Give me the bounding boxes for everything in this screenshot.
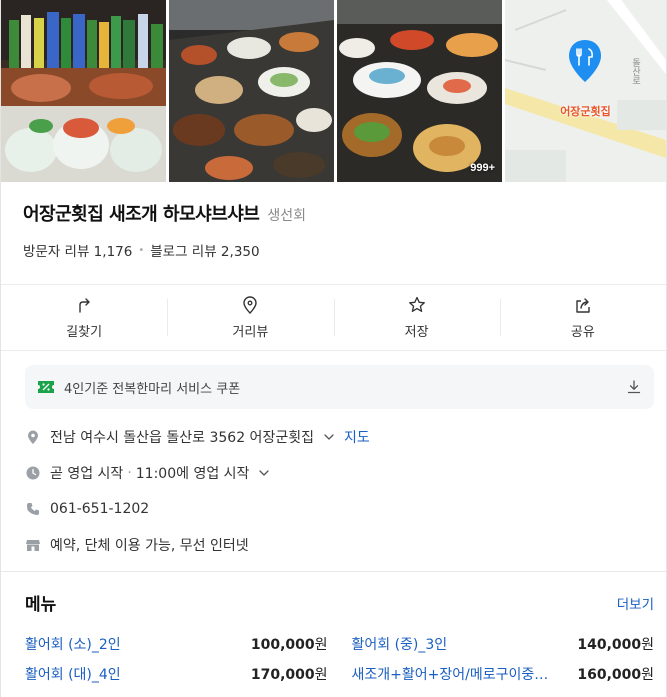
action-bar: 길찾기 거리뷰 저장 공유	[1, 284, 666, 351]
coupon-icon	[38, 381, 54, 393]
share-label: 공유	[570, 325, 595, 340]
street-view-button[interactable]: 거리뷰	[167, 285, 333, 350]
photo-thumbnail-fish-platters[interactable]: 999+	[337, 0, 502, 182]
menu-item[interactable]: 새조개+활어+장어/메로구이중 ... 160,000원	[352, 659, 655, 689]
menu-item-price: 140,000원	[577, 637, 654, 653]
photo-count-badge: 999+	[470, 162, 495, 174]
coupon-text: 4인기준 전복한마리 서비스 쿠폰	[64, 381, 241, 397]
phone-row: 061-651-1202	[25, 491, 666, 527]
menu-item-name: 활어회 (소)_2인	[25, 637, 121, 653]
visitor-reviews-link[interactable]: 방문자 리뷰 1,176	[23, 240, 132, 260]
photo-strip: 999+ 어장군횟집 돌산로	[1, 0, 666, 182]
map-thumbnail[interactable]: 어장군횟집 돌산로	[505, 0, 666, 182]
menu-item-price: 160,000원	[577, 667, 654, 683]
star-icon	[408, 296, 425, 312]
map-pin-icon	[569, 40, 601, 82]
coupon-banner[interactable]: 4인기준 전복한마리 서비스 쿠폰	[25, 365, 654, 409]
map-road-label: 돌산로	[630, 58, 640, 85]
address-pin-icon	[28, 430, 38, 444]
save-label: 저장	[404, 325, 429, 340]
share-button[interactable]: 공유	[499, 285, 666, 350]
save-button[interactable]: 저장	[333, 285, 500, 350]
menu-item-name: 활어회 (중)_3인	[351, 637, 448, 653]
hours-status[interactable]: 곧 영업 시작	[50, 463, 123, 483]
menu-item[interactable]: 활어회 (소)_2인 100,000원	[25, 629, 328, 659]
place-name: 어장군횟집 새조개 하모샤브샤브	[23, 204, 260, 225]
separator-dot: •	[138, 244, 145, 256]
menu-item-price: 170,000원	[250, 667, 328, 683]
address-text[interactable]: 전남 여수시 돌산읍 돌산로 3562 어장군횟집	[50, 427, 314, 447]
menu-item[interactable]: 활어회 (중)_3인 140,000원	[352, 629, 655, 659]
map-link[interactable]: 지도	[344, 427, 370, 447]
chevron-down-icon[interactable]	[323, 431, 335, 443]
download-icon[interactable]	[626, 379, 642, 395]
menu-item-name: 활어회 (대)_4인	[25, 667, 121, 683]
chevron-down-icon[interactable]	[258, 467, 270, 479]
menu-item-price: 100,000원	[250, 637, 328, 653]
review-summary: 방문자 리뷰 1,176 • 블로그 리뷰 2,350	[23, 240, 646, 260]
amenities-text: 예약, 단체 이용 가능, 무선 인터넷	[50, 538, 249, 554]
store-icon	[26, 540, 40, 551]
hours-row: 곧 영업 시작 · 11:00에 영업 시작	[25, 455, 666, 491]
street-view-label: 거리뷰	[232, 325, 269, 340]
menu-item[interactable]: 활어회 (대)_4인 170,000원	[25, 659, 328, 689]
clock-icon	[26, 466, 40, 480]
directions-button[interactable]: 길찾기	[1, 285, 167, 350]
amenities-row: 예약, 단체 이용 가능, 무선 인터넷	[25, 527, 666, 563]
place-header: 어장군횟집 새조개 하모샤브샤브 생선회 방문자 리뷰 1,176 • 블로그 …	[1, 182, 666, 260]
menu-list: 활어회 (소)_2인 100,000원 활어회 (중)_3인 140,000원 …	[25, 629, 654, 689]
menu-title: 메뉴	[25, 595, 57, 615]
blog-reviews-link[interactable]: 블로그 리뷰 2,350	[150, 240, 259, 260]
separator-dot: ·	[127, 465, 132, 481]
phone-number[interactable]: 061-651-1202	[50, 501, 149, 517]
directions-icon	[79, 298, 90, 313]
menu-item-name: 새조개+활어+장어/메로구이중 ...	[351, 667, 552, 683]
photo-thumbnail-table-spread[interactable]	[169, 0, 334, 182]
map-place-label: 어장군횟집	[560, 105, 611, 118]
menu-more-link[interactable]: 더보기	[617, 593, 654, 613]
menu-section: 메뉴 더보기 활어회 (소)_2인 100,000원 활어회 (중)_3인 14…	[1, 572, 666, 689]
place-category: 생선회	[267, 208, 307, 224]
hours-detail[interactable]: 11:00에 영업 시작	[136, 463, 250, 483]
phone-icon	[27, 503, 39, 515]
share-icon	[576, 298, 590, 313]
place-panel: 999+ 어장군횟집 돌산로 어장군횟집 새조개 하모샤브샤브 생선회 방문자 …	[0, 0, 667, 697]
photo-thumbnail-drinks-table[interactable]	[1, 0, 166, 182]
place-info-list: 전남 여수시 돌산읍 돌산로 3562 어장군횟집 지도 곧 영업 시작 · 1…	[1, 409, 666, 563]
address-row: 전남 여수시 돌산읍 돌산로 3562 어장군횟집 지도	[25, 419, 666, 455]
directions-label: 길찾기	[66, 325, 103, 340]
location-pin-icon	[243, 296, 258, 314]
